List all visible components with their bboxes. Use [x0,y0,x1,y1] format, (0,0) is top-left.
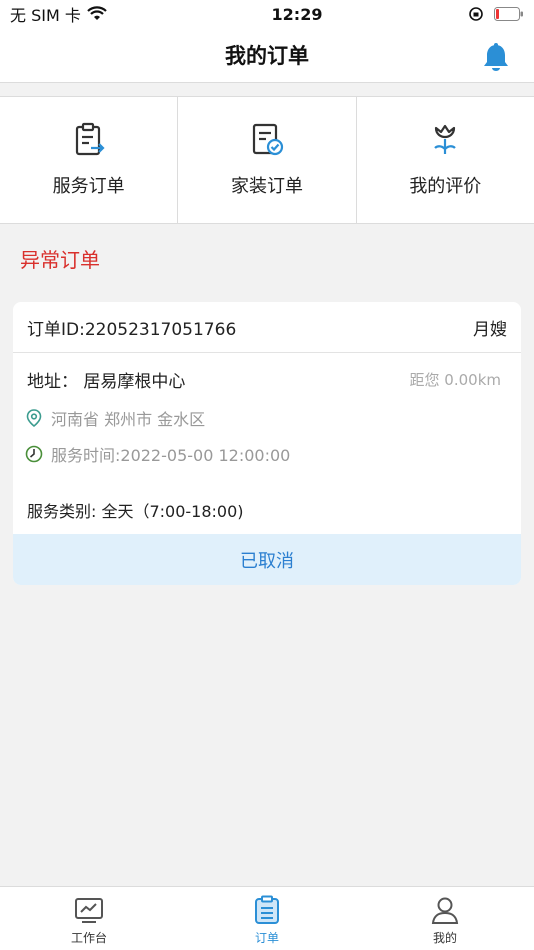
menu-service-order[interactable]: 服务订单 [0,97,179,223]
tab-profile[interactable]: 我的 [356,887,534,950]
tab-bar: 工作台 订单 我的 [0,886,534,950]
status-bar: 无 SIM 卡 12:29 [0,0,534,28]
order-region: 河南省 郑州市 金水区 [51,410,206,429]
address-row: 地址： 居易摩根中心 距您 0.00km [27,367,501,392]
order-status: 已取消 [240,550,294,572]
order-service-time: 服务时间:2022-05-00 12:00:00 [51,446,291,465]
nav-bar: 我的订单 [0,28,534,83]
region-row: 河南省 郑州市 金水区 [25,406,205,430]
workbench-icon [75,898,103,923]
status-time: 12:29 [271,4,323,24]
notification-bell-icon[interactable] [482,42,510,72]
order-card-header: 订单ID:22052317051766 月嫂 [13,302,521,353]
service-time-row: 服务时间:2022-05-00 12:00:00 [25,442,290,466]
profile-icon [431,897,459,924]
order-card[interactable]: 订单ID:22052317051766 月嫂 地址： 居易摩根中心 距您 0.0… [13,302,521,585]
order-distance: 距您 0.00km [409,371,501,389]
page-title: 我的订单 [225,44,309,68]
order-status-bar[interactable]: 已取消 [13,534,521,585]
menu-home-decor-order[interactable]: 家装订单 [178,97,357,223]
carrier-text: 无 SIM 卡 [10,6,81,25]
review-icon [434,124,457,154]
location-pin-icon [26,409,42,427]
service-order-icon [75,122,105,156]
tab-orders[interactable]: 订单 [178,887,356,950]
menu-label: 我的评价 [409,176,482,197]
tab-label: 订单 [254,931,279,945]
order-category: 服务类别: 全天（7:00-18:00) [27,502,244,521]
abnormal-orders-title: 异常订单 [20,248,100,272]
tab-workbench[interactable]: 工作台 [0,887,178,950]
home-decor-order-icon [252,123,284,156]
order-type: 月嫂 [473,319,507,340]
tab-label: 我的 [432,931,457,945]
order-menu-grid: 服务订单 家装订单 我的评价 [0,96,534,224]
orientation-lock-icon [469,7,483,21]
menu-label: 家装订单 [230,176,303,197]
order-address: 地址： 居易摩根中心 [27,372,186,392]
order-id: 订单ID:22052317051766 [27,319,237,340]
battery-icon [494,7,523,21]
menu-label: 服务订单 [52,176,125,197]
tab-label: 工作台 [70,931,107,945]
orders-icon [255,895,279,924]
menu-my-review[interactable]: 我的评价 [357,97,534,223]
status-right [444,6,524,22]
clock-icon [25,445,43,463]
wifi-icon [87,6,107,20]
